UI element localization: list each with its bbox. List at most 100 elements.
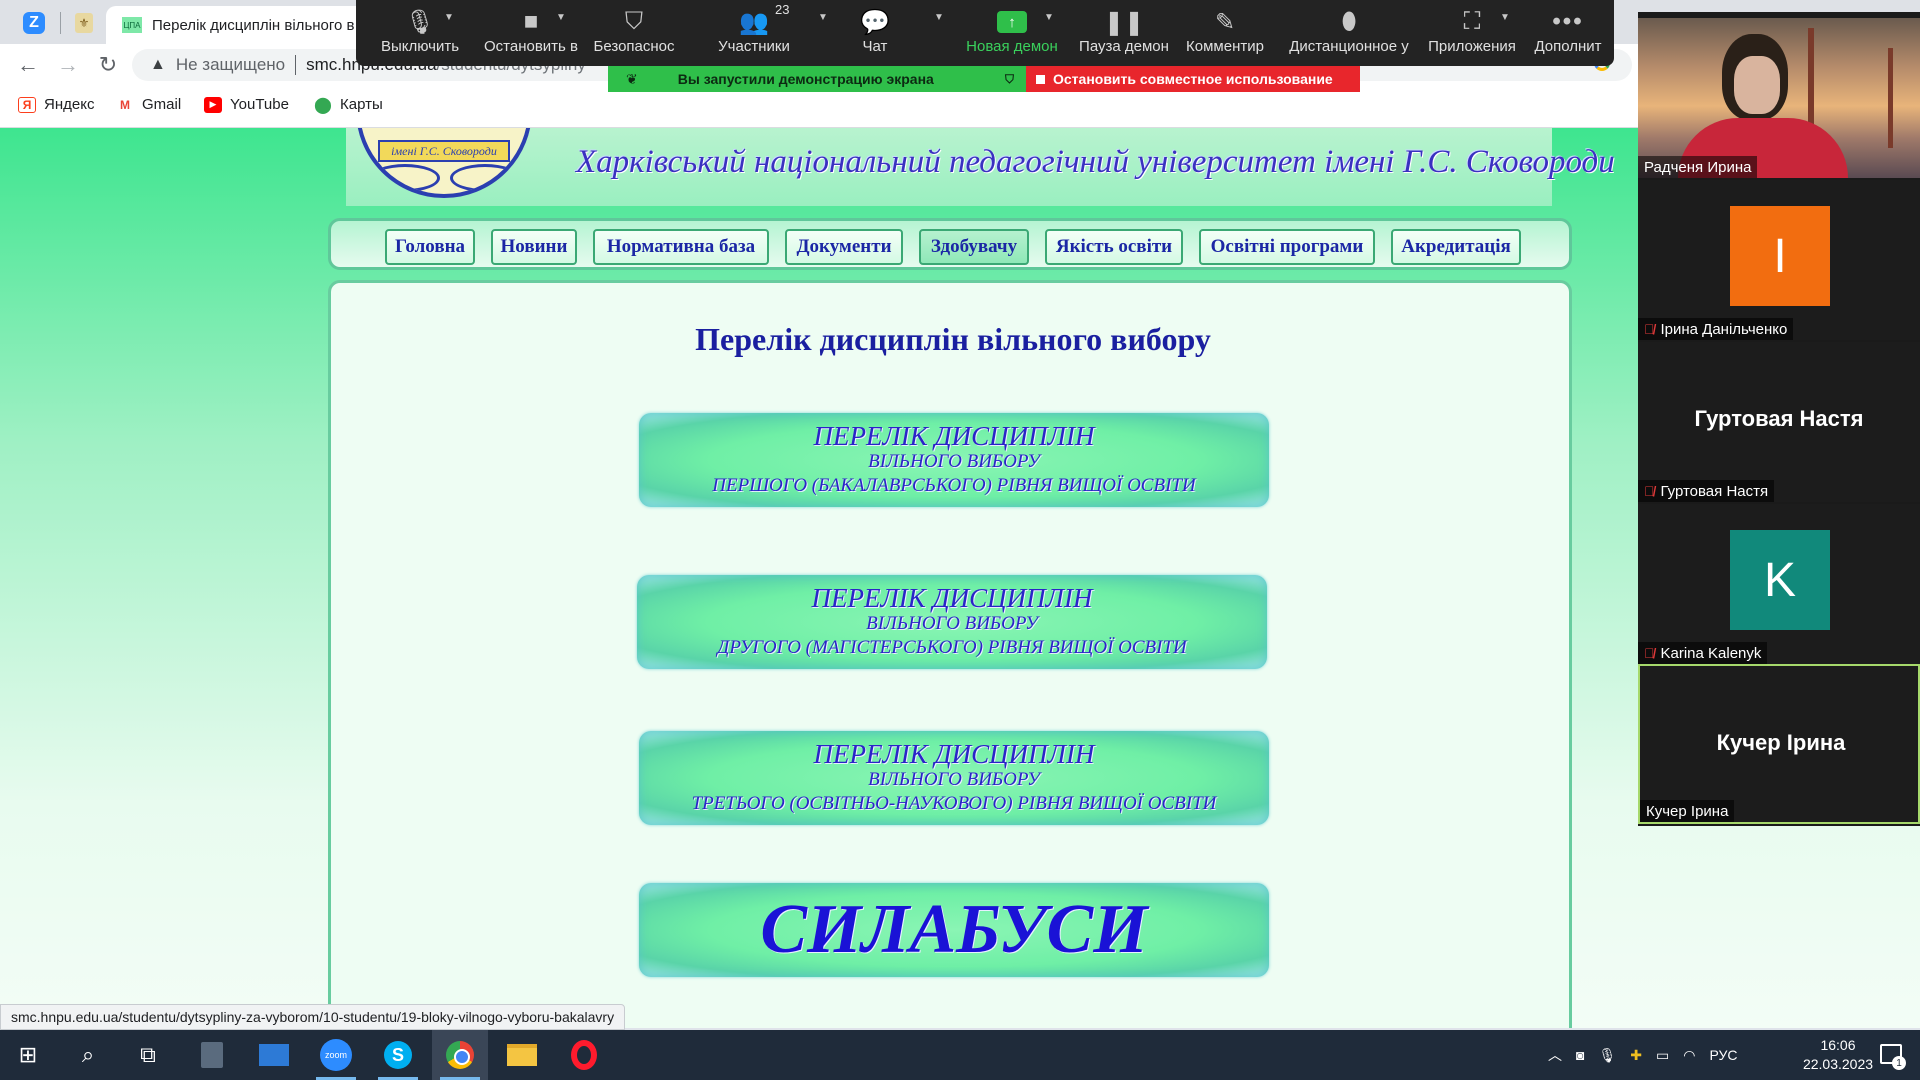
- reload-icon[interactable]: ↻: [94, 51, 122, 79]
- mouse-icon: ⬮: [1341, 8, 1357, 35]
- chat-button[interactable]: 💬 Чат: [840, 6, 910, 56]
- task-view-button[interactable]: ⧉: [120, 1030, 176, 1080]
- nav-item-accreditation[interactable]: Акредитація: [1391, 229, 1521, 265]
- start-button[interactable]: ⊞: [0, 1030, 56, 1080]
- bachelor-disciplines-link[interactable]: ПЕРЕЛІК ДИСЦИПЛІН ВІЛЬНОГО ВИБОРУ ПЕРШОГ…: [639, 413, 1269, 507]
- security-label: Безопаснос: [593, 38, 675, 55]
- maps-pin-icon: ⬤: [314, 96, 332, 114]
- participant-tile[interactable]: K 🎙̸ Karina Kalenyk: [1638, 504, 1920, 664]
- security-status-icon[interactable]: ✚: [1630, 1047, 1642, 1064]
- participants-button[interactable]: 👥 23 Участники: [704, 2, 804, 55]
- skype-app[interactable]: S: [370, 1030, 426, 1080]
- logo-leaf-right: [450, 164, 520, 192]
- mail-app[interactable]: [246, 1030, 302, 1080]
- bookmark-yandex[interactable]: Я Яндекс: [18, 96, 94, 113]
- chevron-down-icon[interactable]: ▼: [444, 12, 454, 23]
- bookmark-maps[interactable]: ⬤ Карты: [314, 96, 383, 114]
- participant-name: Karina Kalenyk: [1660, 644, 1762, 662]
- microphone-icon[interactable]: 🎙: [1598, 1047, 1616, 1064]
- participant-avatar: I: [1730, 206, 1830, 306]
- pinned-tab-crest[interactable]: ⚜: [62, 6, 106, 40]
- opera-app[interactable]: [556, 1030, 612, 1080]
- nav-item-documents[interactable]: Документи: [785, 229, 903, 265]
- bookmark-gmail[interactable]: M Gmail: [116, 96, 181, 113]
- participant-name: Ірина Данільченко: [1660, 320, 1788, 338]
- nav-item-quality[interactable]: Якість освіти: [1045, 229, 1183, 265]
- forward-arrow-icon[interactable]: →: [54, 51, 82, 79]
- calculator-app[interactable]: [184, 1030, 240, 1080]
- clock[interactable]: 16:06 22.03.2023: [1790, 1036, 1886, 1074]
- new-share-label: Новая демон: [966, 38, 1058, 55]
- page-heading: Перелік дисциплін вільного вибору: [695, 321, 1211, 357]
- participants-count: 23: [775, 2, 790, 17]
- annotate-label: Комментир: [1186, 38, 1264, 55]
- search-button[interactable]: ⌕: [60, 1030, 116, 1080]
- chevron-up-icon[interactable]: ︿: [1548, 1045, 1562, 1065]
- pinned-tab-zoom[interactable]: Z: [12, 6, 56, 40]
- remote-control-button[interactable]: ⬮ Дистанционное у: [1284, 6, 1414, 55]
- pause-share-button[interactable]: ❚❚ Пауза демон: [1074, 6, 1174, 56]
- more-button[interactable]: ••• Дополнит: [1528, 6, 1608, 55]
- participant-name: Гуртовая Настя: [1660, 482, 1769, 500]
- crest-favicon-icon: ⚜: [75, 13, 93, 33]
- university-logo[interactable]: імені Г.С. Сковороди: [356, 128, 532, 198]
- bookmark-label: Карты: [340, 96, 383, 113]
- file-explorer-app[interactable]: [494, 1030, 550, 1080]
- sharing-notice: ❦ Вы запустили демонстрацию экрана ⛉: [608, 66, 1026, 92]
- apps-icon: ⛶: [1463, 8, 1481, 35]
- participant-tile[interactable]: Радченя Ирина: [1638, 18, 1920, 178]
- stop-video-button[interactable]: ■ Остановить в: [474, 6, 588, 55]
- participants-icon: 👥 23: [739, 2, 790, 36]
- battery-icon[interactable]: ▭: [1656, 1047, 1669, 1064]
- participant-tile[interactable]: I 🎙̸ Ірина Данільченко: [1638, 180, 1920, 340]
- pencil-icon: ✎: [1214, 8, 1236, 36]
- skype-icon: S: [384, 1041, 412, 1069]
- main-navigation: Головна Новини Нормативна база Документи…: [328, 218, 1572, 270]
- bookmark-youtube[interactable]: ▶ YouTube: [204, 96, 289, 113]
- participant-name: Кучер Ірина: [1646, 802, 1729, 820]
- yandex-icon: Я: [18, 96, 36, 113]
- nav-item-regulations[interactable]: Нормативна база: [593, 229, 769, 265]
- participant-tile-active-speaker[interactable]: Кучер Ірина Кучер Ірина: [1638, 664, 1920, 824]
- chevron-down-icon[interactable]: ▼: [818, 12, 828, 23]
- stop-share-button[interactable]: Остановить совместное использование: [1026, 66, 1360, 92]
- shield-icon: ⛉: [625, 8, 643, 35]
- participant-video: [1638, 18, 1920, 178]
- youtube-icon: ▶: [204, 96, 222, 113]
- stop-share-label: Остановить совместное использование: [1053, 71, 1333, 87]
- notification-count-badge: 1: [1892, 1056, 1906, 1070]
- participant-face: [1734, 56, 1780, 114]
- bookmark-label: Яндекс: [44, 96, 95, 113]
- participant-name-bar: 🎙̸ Ірина Данільченко: [1638, 318, 1794, 340]
- input-language[interactable]: РУС: [1709, 1047, 1737, 1063]
- webcam-icon[interactable]: ◙: [1576, 1047, 1584, 1063]
- up-arrow-icon: ↑: [997, 11, 1027, 33]
- participant-tile[interactable]: Гуртовая Настя 🎙̸ Гуртовая Настя: [1638, 342, 1920, 502]
- clock-date: 22.03.2023: [1802, 1056, 1874, 1072]
- phd-disciplines-link[interactable]: ПЕРЕЛІК ДИСЦИПЛІН ВІЛЬНОГО ВИБОРУ ТРЕТЬО…: [639, 731, 1269, 825]
- mute-button[interactable]: 🎙 Выключить: [370, 6, 470, 56]
- nav-item-students[interactable]: Здобувачу: [919, 229, 1029, 265]
- wifi-icon[interactable]: ◠: [1683, 1047, 1695, 1064]
- university-title: Харківський національний педагогічний ун…: [576, 144, 1615, 180]
- security-button[interactable]: ⛉ Безопаснос: [584, 6, 684, 55]
- chevron-down-icon[interactable]: ▼: [934, 12, 944, 23]
- mail-icon: [259, 1044, 289, 1066]
- chevron-down-icon[interactable]: ▼: [1044, 12, 1054, 23]
- participant-name: Радченя Ирина: [1644, 158, 1752, 176]
- back-arrow-icon[interactable]: ←: [14, 51, 42, 79]
- syllabus-link[interactable]: СИЛАБУСИ: [639, 883, 1269, 977]
- master-disciplines-link[interactable]: ПЕРЕЛІК ДИСЦИПЛІН ВІЛЬНОГО ВИБОРУ ДРУГОГ…: [637, 575, 1267, 669]
- chevron-down-icon[interactable]: ▼: [1500, 12, 1510, 23]
- zoom-app[interactable]: zoom: [308, 1030, 364, 1080]
- nav-item-home[interactable]: Головна: [385, 229, 475, 265]
- chevron-down-icon[interactable]: ▼: [556, 12, 566, 23]
- status-bar-url: smc.hnpu.edu.ua/studentu/dytsypliny-za-v…: [0, 1004, 626, 1030]
- link-line-1: ПЕРЕЛІК ДИСЦИПЛІН: [813, 739, 1095, 769]
- annotate-button[interactable]: ✎ Комментир: [1180, 6, 1270, 56]
- windows-logo-icon: ⊞: [18, 1042, 38, 1067]
- search-icon: ⌕: [81, 1042, 95, 1067]
- nav-item-programs[interactable]: Освітні програми: [1199, 229, 1375, 265]
- chrome-app[interactable]: [432, 1030, 488, 1080]
- nav-item-news[interactable]: Новини: [491, 229, 577, 265]
